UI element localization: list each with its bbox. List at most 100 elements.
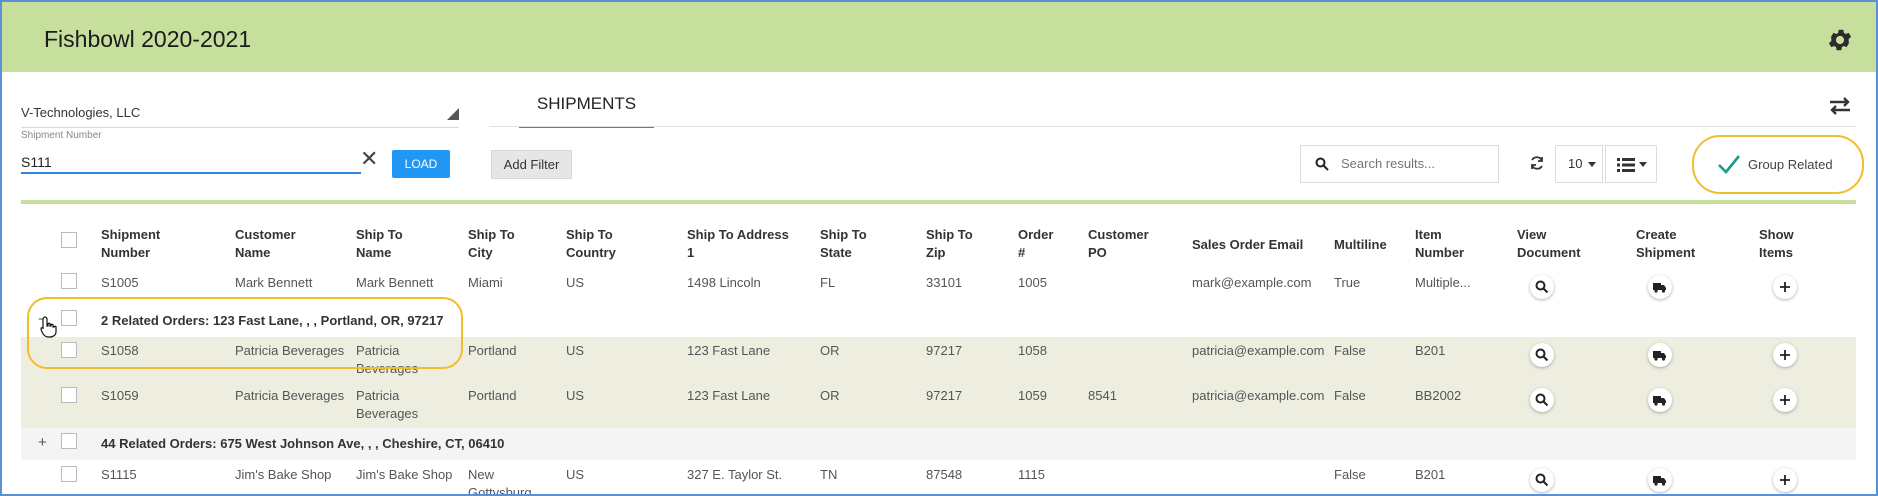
cell-ship-to-address: 123 Fast Lane — [687, 388, 771, 403]
create-shipment-button[interactable] — [1648, 388, 1672, 412]
clear-icon[interactable]: ✕ — [360, 148, 378, 170]
page-size-value: 10 — [1568, 156, 1583, 171]
page-size-select[interactable]: 10 — [1555, 145, 1603, 183]
cell-ship-to-zip: 97217 — [926, 388, 963, 403]
refresh-icon[interactable] — [1529, 155, 1545, 171]
expand-toggle[interactable]: + — [38, 434, 47, 451]
table-row[interactable]: S1115 Jim's Bake Shop Jim's Bake Shop Ne… — [21, 460, 1856, 496]
plus-icon — [1780, 282, 1790, 292]
cell-order-number: 1005 — [1018, 275, 1047, 290]
cell-ship-to-country: US — [566, 467, 585, 482]
show-items-button[interactable] — [1773, 388, 1797, 412]
column-header[interactable]: Customer PO — [1088, 226, 1149, 262]
column-header[interactable]: Multiline — [1334, 236, 1387, 254]
show-items-button[interactable] — [1773, 468, 1797, 492]
truck-icon — [1653, 476, 1666, 486]
shipment-number-input[interactable] — [21, 152, 361, 174]
search-input[interactable] — [1341, 156, 1491, 171]
gear-icon[interactable] — [1826, 26, 1854, 54]
show-items-button[interactable] — [1773, 275, 1797, 299]
search-icon — [1315, 157, 1329, 171]
column-header[interactable]: Ship To Name — [356, 226, 403, 262]
cell-item-number: B201 — [1415, 343, 1446, 358]
column-header[interactable]: Show Items — [1759, 226, 1794, 262]
row-checkbox[interactable] — [61, 466, 77, 482]
cell-customer-name: Jim's Bake Shop — [235, 467, 332, 482]
cell-ship-to-city: New Gottysburg — [468, 467, 532, 496]
column-header[interactable]: Ship To Zip — [926, 226, 973, 262]
column-header[interactable]: Ship To Address 1 — [687, 226, 789, 262]
columns-button[interactable] — [1605, 145, 1657, 183]
swap-icon[interactable] — [1826, 94, 1854, 118]
plus-icon — [1780, 350, 1790, 360]
row-checkbox[interactable] — [61, 387, 77, 403]
plus-icon — [1780, 475, 1790, 485]
search-icon — [1535, 348, 1549, 362]
column-header[interactable]: Customer Name — [235, 226, 296, 262]
cell-ship-to-name: Jim's Bake Shop — [356, 467, 453, 482]
create-shipment-button[interactable] — [1648, 343, 1672, 367]
search-icon — [1535, 473, 1549, 487]
group-related-label: Group Related — [1748, 157, 1833, 172]
cell-item-number: BB2002 — [1415, 388, 1462, 403]
group-row[interactable]: + 44 Related Orders: 675 West Johnson Av… — [21, 428, 1856, 460]
truck-icon — [1653, 351, 1666, 361]
hand-cursor-icon — [40, 316, 57, 338]
column-header[interactable]: Order # — [1018, 226, 1053, 262]
shipment-number-label: Shipment Number — [21, 130, 102, 141]
cell-ship-to-city: Miami — [468, 275, 503, 290]
cell-ship-to-zip: 97217 — [926, 343, 963, 358]
group-label: 44 Related Orders: 675 West Johnson Ave,… — [101, 436, 505, 451]
row-checkbox[interactable] — [61, 273, 77, 289]
view-document-button[interactable] — [1530, 275, 1554, 299]
cell-shipment-number: S1059 — [101, 388, 139, 403]
plus-icon — [1780, 395, 1790, 405]
cell-ship-to-city: Portland — [468, 388, 517, 403]
cell-order-number: 1115 — [1018, 467, 1045, 482]
cell-item-number: B201 — [1415, 467, 1446, 482]
table-row[interactable]: S1059 Patricia Beverages Patricia Beverag… — [21, 382, 1856, 428]
select-all-checkbox[interactable] — [61, 232, 77, 248]
cell-multiline: False — [1334, 467, 1366, 482]
load-button[interactable]: LOAD — [392, 150, 450, 178]
add-filter-button[interactable]: Add Filter — [491, 150, 572, 179]
cell-ship-to-state: OR — [820, 388, 840, 403]
show-items-button[interactable] — [1773, 343, 1797, 367]
cell-customer-po: 8541 — [1088, 388, 1117, 403]
app-title: Fishbowl 2020-2021 — [44, 26, 252, 52]
column-header[interactable]: Ship To City — [468, 226, 515, 262]
list-icon — [1617, 158, 1635, 172]
column-header[interactable]: Sales Order Email — [1192, 236, 1303, 254]
cell-customer-name: Patricia Beverages — [235, 388, 345, 403]
view-document-button[interactable] — [1530, 468, 1554, 492]
group-checkbox[interactable] — [61, 433, 77, 449]
truck-icon — [1653, 283, 1666, 293]
dropdown-caret-icon[interactable] — [447, 108, 459, 120]
cell-ship-to-country: US — [566, 275, 585, 290]
column-header[interactable]: Item Number — [1415, 226, 1464, 262]
cell-ship-to-address: 123 Fast Lane — [687, 343, 771, 358]
cell-ship-to-name: Mark Bennett — [356, 275, 434, 290]
cell-order-number: 1059 — [1018, 388, 1047, 403]
create-shipment-button[interactable] — [1648, 468, 1672, 492]
column-header[interactable]: Ship To Country — [566, 226, 616, 262]
column-header[interactable]: Shipment Number — [101, 226, 160, 262]
search-icon — [1535, 393, 1549, 407]
view-document-button[interactable] — [1530, 343, 1554, 367]
company-select[interactable]: V-Technologies, LLC — [21, 105, 140, 120]
column-header[interactable]: Create Shipment — [1636, 226, 1695, 262]
column-header[interactable]: View Document — [1517, 226, 1581, 262]
cell-ship-to-address: 1498 Lincoln — [687, 275, 761, 290]
column-header[interactable]: Ship To State — [820, 226, 867, 262]
chevron-down-icon — [1639, 162, 1647, 167]
chevron-down-icon — [1588, 162, 1596, 167]
create-shipment-button[interactable] — [1648, 275, 1672, 299]
cell-email: patricia@example.com — [1192, 388, 1325, 403]
cell-ship-to-state: TN — [820, 467, 838, 482]
tab-shipments[interactable]: SHIPMENTS — [519, 92, 654, 128]
cell-email: patricia@example.com — [1192, 343, 1325, 358]
view-document-button[interactable] — [1530, 388, 1554, 412]
group-related-toggle[interactable]: Group Related — [1692, 135, 1864, 194]
cell-ship-to-city: Portland — [468, 343, 517, 358]
cell-ship-to-country: US — [566, 343, 585, 358]
